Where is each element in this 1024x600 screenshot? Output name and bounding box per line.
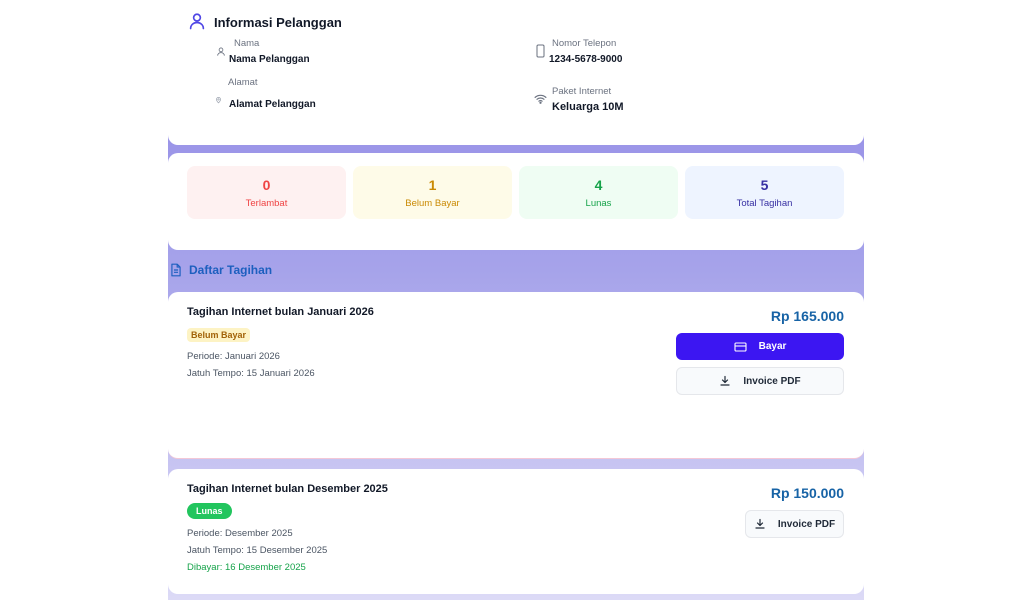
stat-label: Total Tagihan [736, 198, 793, 209]
bill-due-date: Jatuh Tempo: 15 Desember 2025 [187, 545, 328, 556]
bill-title: Tagihan Internet bulan Januari 2026 [187, 306, 374, 318]
status-badge: Lunas [187, 503, 232, 519]
status-badge: Belum Bayar [187, 328, 251, 342]
stat-value: 1 [428, 177, 437, 193]
pay-button[interactable]: Bayar [676, 333, 844, 360]
bill-title: Tagihan Internet bulan Desember 2025 [187, 483, 388, 495]
bill-card: Tagihan Internet bulan Desember 2025 Lun… [168, 469, 864, 594]
invoice-pdf-button[interactable]: Invoice PDF [676, 367, 844, 395]
invoice-pdf-button[interactable]: Invoice PDF [745, 510, 844, 538]
user-icon [189, 13, 205, 30]
bill-period: Periode: Desember 2025 [187, 528, 293, 539]
stat-value: 4 [594, 177, 603, 193]
stat-paid: 4 Lunas [519, 166, 678, 219]
pay-button-label: Bayar [758, 341, 787, 352]
customer-info-card: Informasi Pelanggan Nama Nama Pelanggan … [168, 0, 864, 145]
page-background: Informasi Pelanggan Nama Nama Pelanggan … [168, 0, 864, 600]
stat-label: Terlambat [245, 198, 288, 209]
bill-paid-date: Dibayar: 16 Desember 2025 [187, 562, 306, 573]
bill-due-date: Jatuh Tempo: 15 Januari 2026 [187, 368, 315, 379]
stat-label: Belum Bayar [405, 198, 460, 209]
name-value: Nama Pelanggan [229, 54, 310, 65]
name-label: Nama [234, 38, 260, 49]
package-label: Paket Internet [552, 86, 612, 97]
stat-value: 5 [760, 177, 769, 193]
bill-stats-card: 0 Terlambat 1 Belum Bayar 4 Lunas 5 Tota… [168, 153, 864, 250]
bill-period: Periode: Januari 2026 [187, 351, 280, 362]
user-icon [217, 47, 225, 56]
stat-total: 5 Total Tagihan [685, 166, 844, 219]
bill-card: Tagihan Internet bulan Januari 2026 Belu… [168, 292, 864, 459]
phone-icon [536, 44, 545, 58]
stat-overdue: 0 Terlambat [187, 166, 346, 219]
download-icon [720, 375, 730, 386]
stat-label: Lunas [585, 198, 612, 209]
stat-unpaid: 1 Belum Bayar [353, 166, 512, 219]
invoice-pdf-label: Invoice PDF [743, 375, 801, 387]
bill-amount: Rp 165.000 [770, 308, 844, 324]
phone-value: 1234-5678-9000 [549, 54, 623, 65]
address-label: Alamat [228, 77, 258, 88]
customer-info-title: Informasi Pelanggan [214, 15, 342, 30]
bills-section-title: Daftar Tagihan [189, 263, 273, 277]
credit-card-icon [734, 341, 747, 352]
address-value: Alamat Pelanggan [229, 99, 316, 110]
stat-value: 0 [262, 177, 271, 193]
wifi-icon [534, 94, 547, 104]
location-icon [216, 97, 221, 104]
document-icon [171, 263, 181, 277]
download-icon [755, 518, 765, 529]
package-value: Keluarga 10M [552, 101, 624, 113]
invoice-pdf-label: Invoice PDF [777, 518, 836, 530]
bill-amount: Rp 150.000 [770, 485, 844, 501]
phone-label: Nomor Telepon [552, 38, 617, 49]
